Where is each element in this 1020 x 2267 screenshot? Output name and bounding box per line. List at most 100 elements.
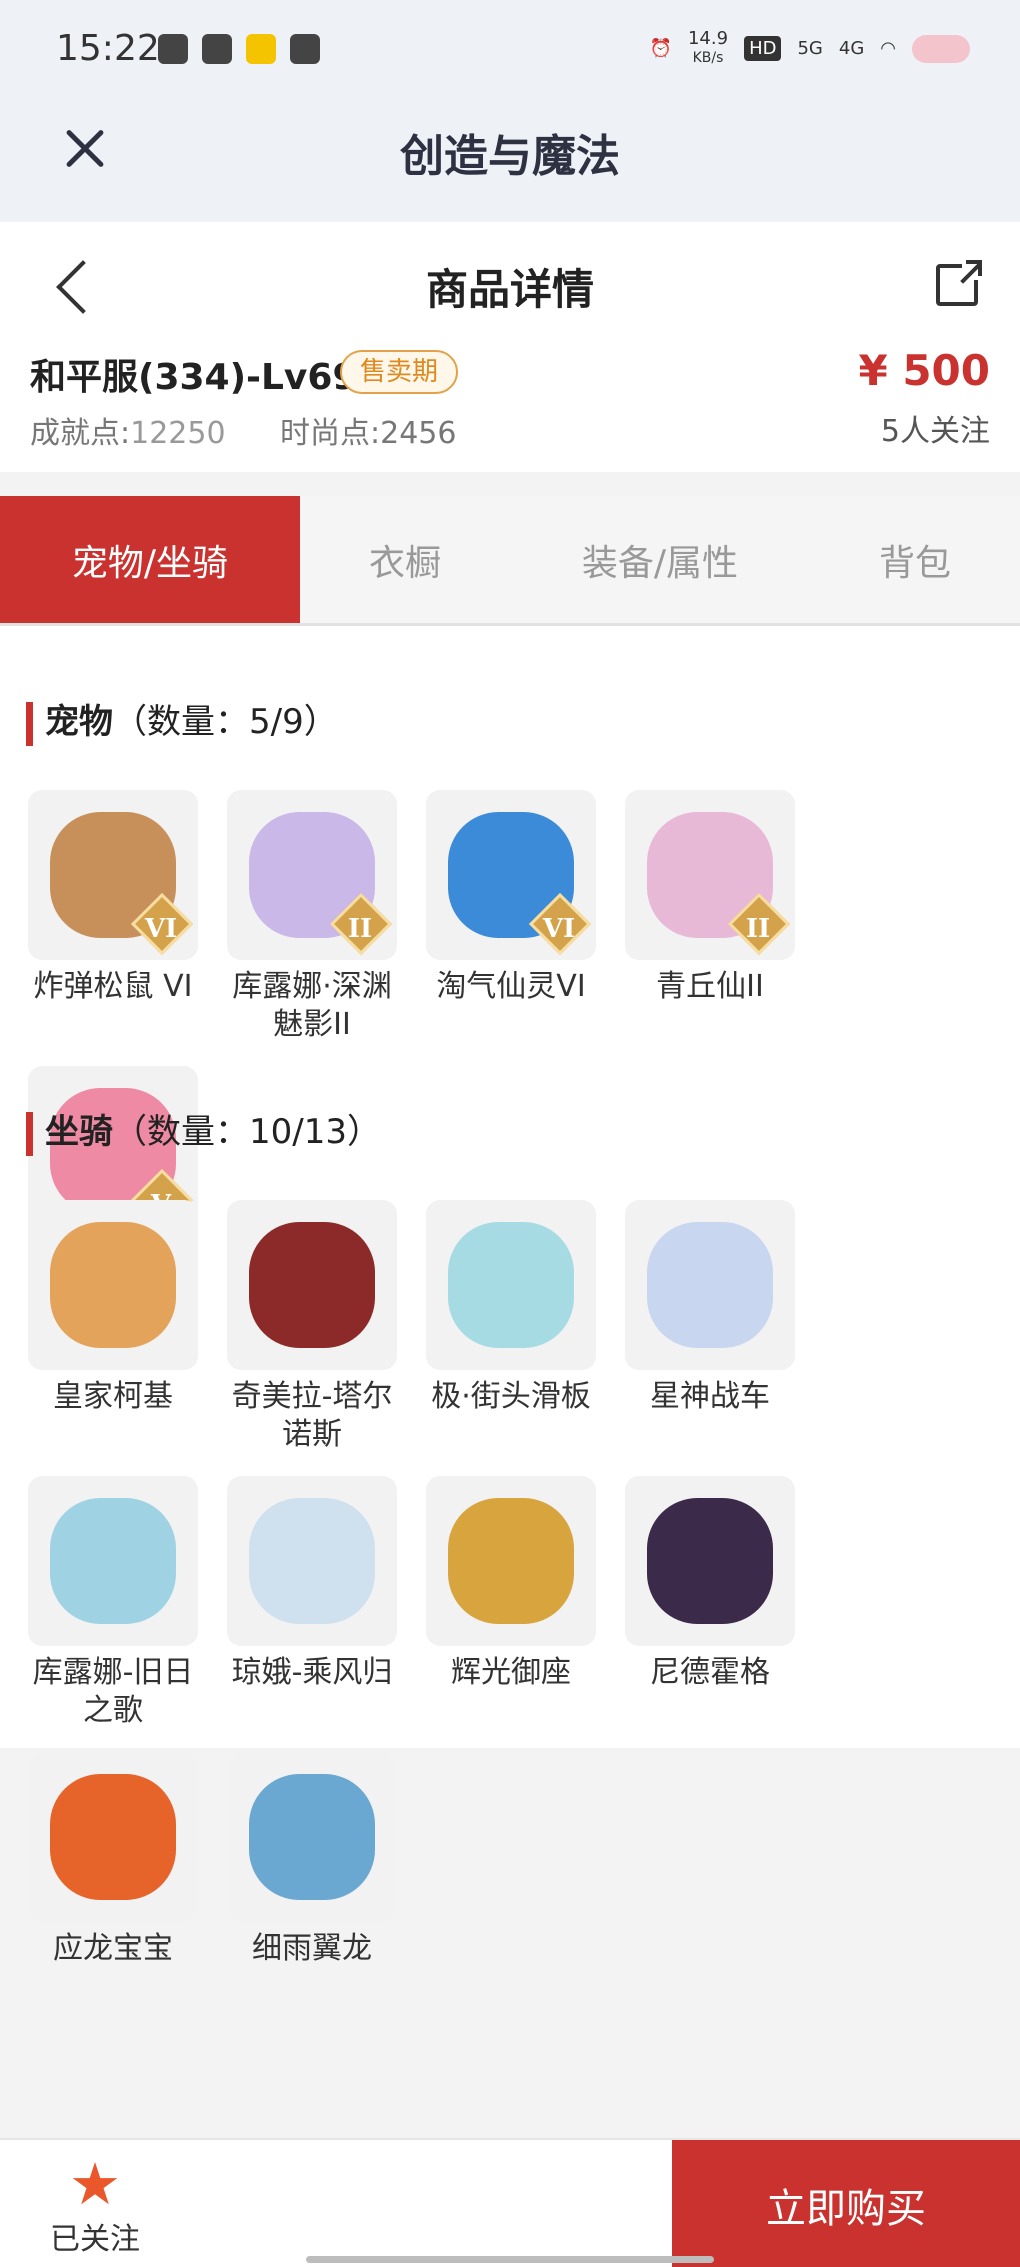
tab-backpack[interactable]: 背包 (810, 496, 1020, 623)
item-name: 青丘仙II (656, 969, 764, 1004)
rank-badge-label: II (745, 914, 771, 944)
grid-item[interactable]: 辉光御座 (426, 1476, 596, 1730)
item-name: 星神战车 (650, 1379, 770, 1414)
follow-label: 已关注 (50, 2222, 140, 2257)
grid-item[interactable]: 尼德霍格 (625, 1476, 795, 1730)
pets-count: （数量：5/9） (113, 702, 338, 742)
item-thumbnail (426, 1200, 596, 1370)
page-title: 商品详情 (425, 265, 594, 314)
item-thumbnail: II (227, 790, 397, 960)
video-icon (202, 34, 232, 64)
rank-badge-label: VI (542, 914, 576, 944)
buy-now-button[interactable]: 立即购买 (672, 2140, 1020, 2267)
wechat-icon (158, 34, 188, 64)
app-bar: 创造与魔法 (0, 100, 1020, 222)
alarm-icon: ⏰ (649, 38, 672, 59)
status-bar: 15:22 ⏰ 14.9 KB/s HD 5G 4G ◠ (0, 0, 1020, 100)
tab-bar: 宠物/坐骑 衣橱 装备/属性 背包 (0, 496, 1020, 626)
net-speed: 14.9 KB/s (688, 30, 728, 67)
pets-title: 宠物 (45, 702, 113, 742)
grid-item[interactable]: 星神战车 (625, 1200, 795, 1454)
section-accent-bar (26, 1111, 33, 1156)
grid-item[interactable]: 应龙宝宝 (28, 1752, 198, 1968)
status-badge: 售卖期 (340, 350, 459, 394)
item-name: 细雨翼龙 (252, 1931, 372, 1966)
mounts-section-title: 坐骑（数量：10/13） (26, 1104, 381, 1156)
item-name: 库露娜·深渊魅影II (232, 969, 392, 1042)
fashion-value: 2456 (380, 416, 457, 451)
item-thumbnail (28, 1200, 198, 1370)
grid-item[interactable]: 皇家柯基 (28, 1200, 198, 1454)
item-name: 应龙宝宝 (53, 1931, 173, 1966)
mounts-grid: 皇家柯基 奇美拉-塔尔诺斯 极·街头滑板 星神战车库露娜-旧日之歌 琼娥-乘风归 辉光御座… (28, 1200, 992, 1968)
item-thumbnail (28, 1752, 198, 1922)
server-name: 和平服(334)-Lv69 (30, 357, 358, 398)
item-name: 库露娜-旧日之歌 (32, 1655, 194, 1728)
grid-item[interactable]: II 库露娜·深渊魅影II (227, 790, 397, 1044)
grid-item[interactable]: 极·街头滑板 (426, 1200, 596, 1454)
battery-icon (912, 34, 970, 63)
item-name: 极·街头滑板 (431, 1379, 591, 1414)
fashion-label: 时尚点: (280, 416, 381, 451)
item-name: 皇家柯基 (53, 1379, 173, 1414)
meituan-icon (246, 34, 276, 64)
achievement-value: 12250 (130, 416, 226, 451)
grid-item[interactable]: 奇美拉-塔尔诺斯 (227, 1200, 397, 1454)
item-name: 辉光御座 (451, 1655, 571, 1690)
item-image (50, 1774, 176, 1900)
item-thumbnail (625, 1200, 795, 1370)
item-name: 奇美拉-塔尔诺斯 (231, 1379, 393, 1452)
item-image (448, 1498, 574, 1624)
item-thumbnail (625, 1476, 795, 1646)
price: ¥ 500 (858, 346, 990, 395)
grid-item[interactable]: 琼娥-乘风归 (227, 1476, 397, 1730)
notification-icons (158, 34, 320, 64)
item-image (448, 1222, 574, 1348)
tab-pets-mounts[interactable]: 宠物/坐骑 (0, 496, 300, 623)
signal-4g-icon: 4G (838, 38, 865, 59)
item-name: 尼德霍格 (650, 1655, 770, 1690)
grid-item[interactable]: VI 炸弹松鼠 VI (28, 790, 198, 1044)
achievement-label: 成就点: (30, 416, 131, 451)
item-image (50, 1222, 176, 1348)
achievement-points: 成就点:12250 (30, 408, 226, 452)
item-image (249, 1498, 375, 1624)
item-thumbnail: VI (426, 790, 596, 960)
item-image (249, 1774, 375, 1900)
signal-5g-icon: 5G (797, 38, 823, 59)
item-thumbnail (227, 1476, 397, 1646)
item-name: 炸弹松鼠 VI (33, 969, 193, 1004)
item-name: 琼娥-乘风归 (231, 1655, 393, 1690)
grid-item[interactable]: 库露娜-旧日之歌 (28, 1476, 198, 1730)
hd-icon: HD (744, 36, 782, 61)
grid-item[interactable]: VI 淘气仙灵VI (426, 790, 596, 1044)
product-header: 商品详情 和平服(334)-Lv69 售卖期 成就点:12250 时尚点:245… (0, 222, 1020, 472)
tab-wardrobe[interactable]: 衣橱 (300, 496, 510, 623)
item-image (647, 1498, 773, 1624)
grid-item[interactable]: 细雨翼龙 (227, 1752, 397, 1968)
wifi-icon: ◠ (880, 38, 896, 59)
item-image (249, 1222, 375, 1348)
item-image (647, 1222, 773, 1348)
tab-equipment[interactable]: 装备/属性 (510, 496, 810, 623)
status-time: 15:22 (56, 28, 160, 69)
system-indicators: ⏰ 14.9 KB/s HD 5G 4G ◠ (650, 30, 970, 67)
follower-count: 5人关注 (880, 414, 990, 449)
item-thumbnail (227, 1200, 397, 1370)
item-thumbnail (28, 1476, 198, 1646)
mounts-count: （数量：10/13） (113, 1112, 381, 1152)
grid-item[interactable]: II 青丘仙II (625, 790, 795, 1044)
follow-button[interactable]: ★ 已关注 (30, 2154, 160, 2264)
item-thumbnail: II (625, 790, 795, 960)
star-icon: ★ (69, 2150, 121, 2218)
mounts-title: 坐骑 (45, 1112, 113, 1152)
item-thumbnail (227, 1752, 397, 1922)
bottom-bar: ★ 已关注 立即购买 (0, 2138, 1020, 2267)
home-indicator (306, 2256, 714, 2263)
item-name: 淘气仙灵VI (436, 969, 586, 1004)
net-speed-unit: KB/s (692, 50, 724, 66)
content-panel: 宠物（数量：5/9） VI 炸弹松鼠 VI II 库露娜·深渊魅影II VI 淘气仙灵VI… (0, 626, 1020, 1966)
item-thumbnail (426, 1476, 596, 1646)
fashion-points: 时尚点:2456 (280, 408, 456, 452)
net-speed-value: 14.9 (687, 28, 729, 49)
